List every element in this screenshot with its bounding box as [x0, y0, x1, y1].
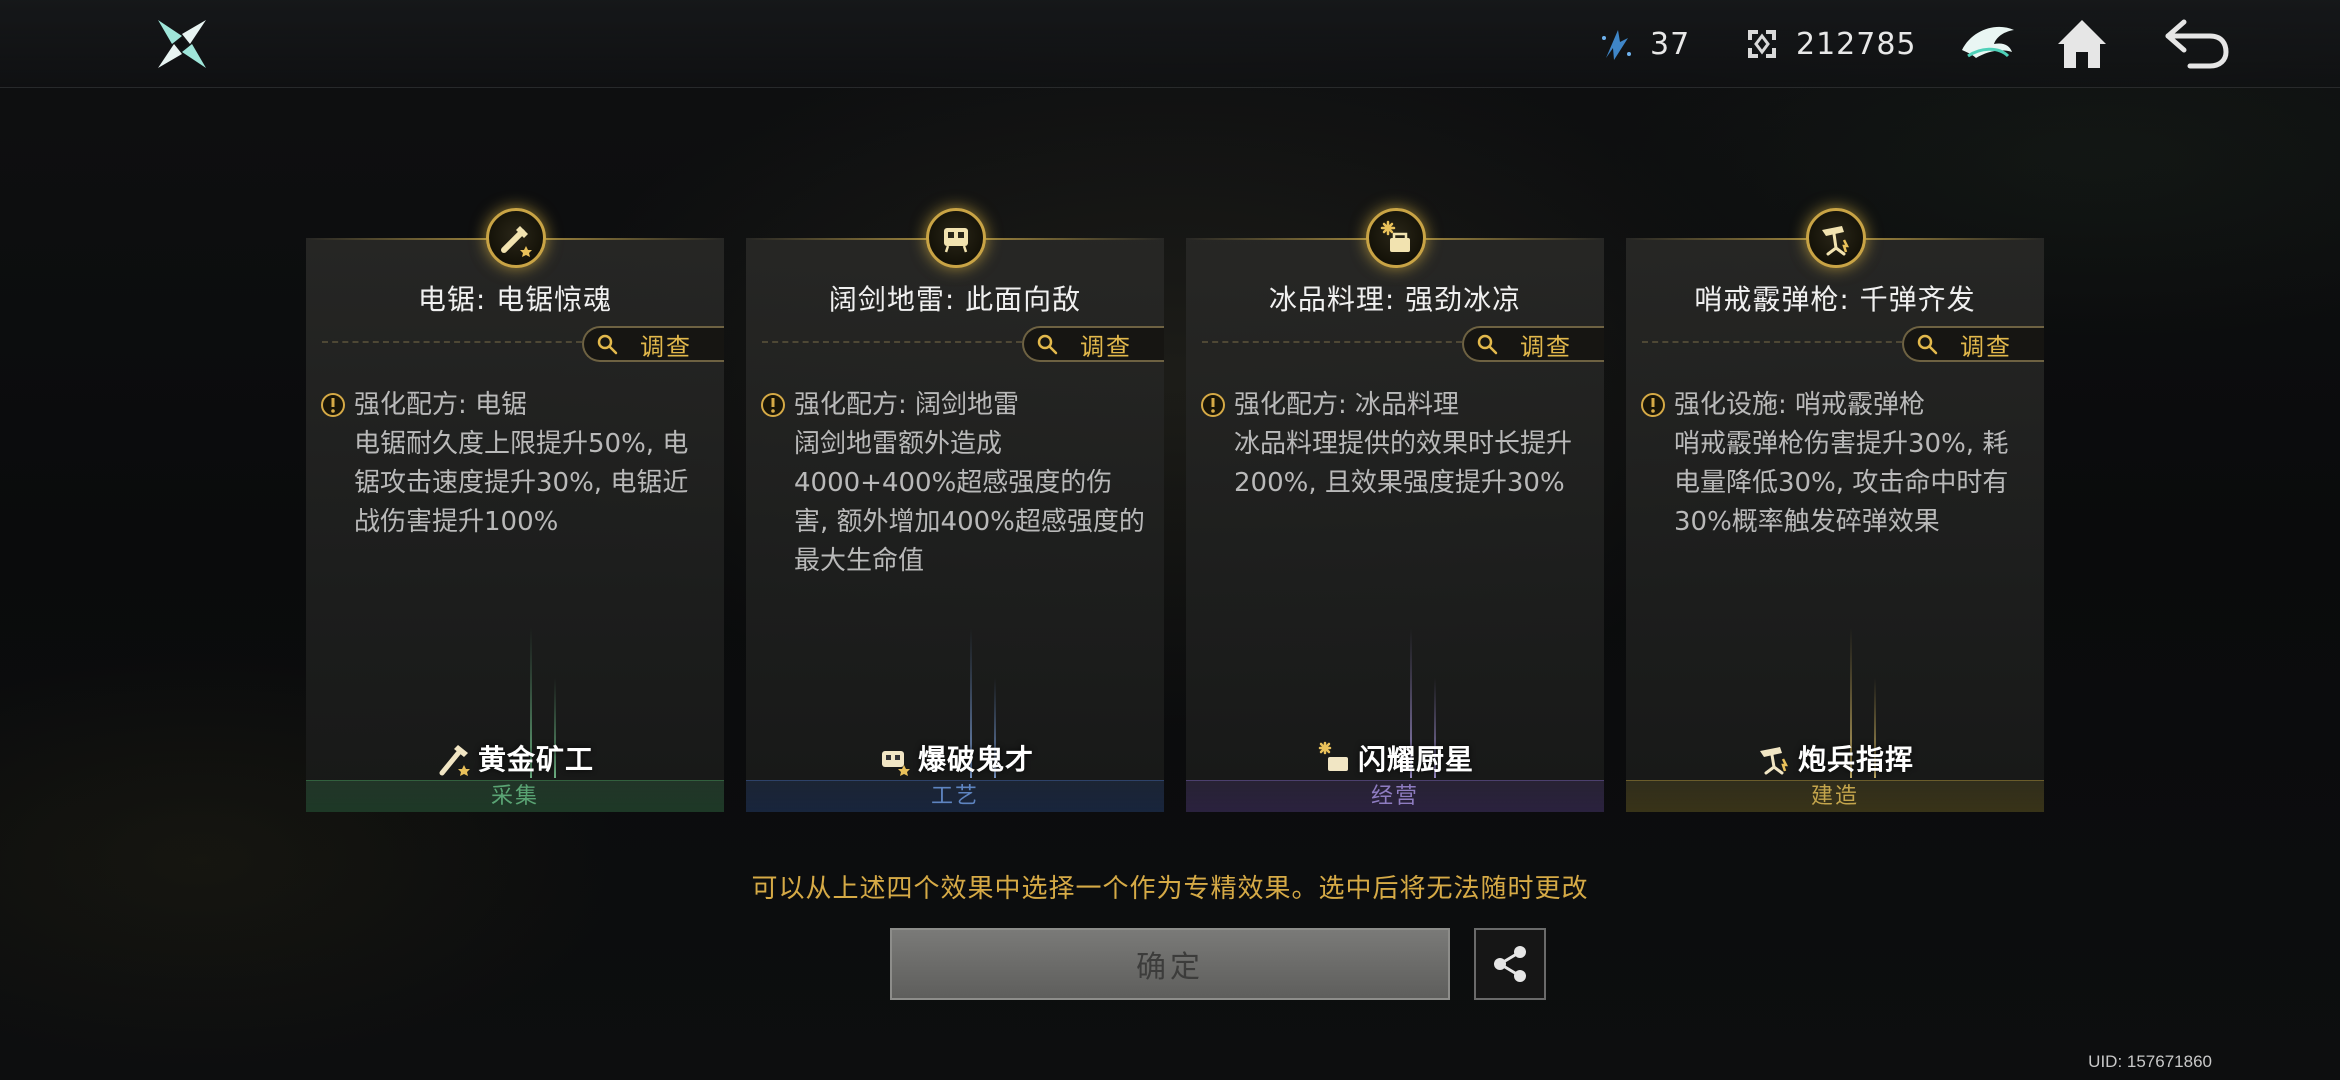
investigate-label: 调查 — [640, 332, 692, 361]
artillery-commander-icon — [1759, 747, 1789, 775]
divider — [1202, 341, 1462, 343]
specialization-card[interactable]: 电锯: 电锯惊魂 调查 强化配方: 电锯 电锯耐久度上限提升50%, 电锯攻击速… — [306, 208, 724, 812]
share-icon — [1494, 946, 1526, 982]
specialization-card[interactable]: 冰品料理: 强劲冰凉 调查 强化配方: 冰品料理 冰品料理提供的效果时长提升20… — [1186, 208, 1604, 812]
role-tag: 炮兵指挥 — [1626, 738, 2044, 778]
divider — [322, 341, 582, 343]
effect-text: 冰品料理提供的效果时长提升200%, 且效果强度提升30% — [1234, 429, 1573, 498]
search-icon — [1477, 334, 1498, 355]
confirm-label: 确定 — [1136, 950, 1204, 985]
claymore-mine-emblem-icon — [926, 208, 986, 268]
specialization-card[interactable]: 阔剑地雷: 此面向敌 调查 强化配方: 阔剑地雷 阔剑地雷额外造成4000+40… — [746, 208, 1164, 812]
role-name: 黄金矿工 — [477, 743, 594, 776]
investigate-button[interactable]: 调查 — [1462, 326, 1604, 362]
confirm-button[interactable]: 确定 — [890, 928, 1450, 1000]
effect-target: 强化配方: 冰品料理 — [1234, 390, 1460, 420]
role-tag: 爆破鬼才 — [746, 738, 1164, 778]
demolition-expert-icon — [881, 751, 910, 776]
role-name: 炮兵指挥 — [1797, 743, 1914, 776]
investigate-button[interactable]: 调查 — [1022, 326, 1164, 362]
info-bulb-icon — [1201, 393, 1225, 417]
shuriken-logo-icon[interactable] — [152, 14, 212, 74]
card-title: 哨戒霰弹枪: 千弹齐发 — [1694, 283, 1976, 316]
info-bulb-icon — [321, 393, 345, 417]
back-icon[interactable] — [2160, 12, 2232, 76]
role-tag: 黄金矿工 — [306, 738, 724, 778]
effect-text: 阔剑地雷额外造成4000+400%超感强度的伤害, 额外增加400%超感强度的最… — [794, 429, 1145, 576]
category-label: 工艺 — [746, 780, 1164, 812]
search-icon — [1917, 334, 1938, 355]
divider — [1642, 341, 1902, 343]
ice-dish-emblem-icon — [1366, 208, 1426, 268]
share-button[interactable] — [1474, 928, 1546, 1000]
card-description: 强化配方: 电锯 电锯耐久度上限提升50%, 电锯攻击速度提升30%, 电锯近战… — [354, 386, 706, 542]
effect-target: 强化配方: 阔剑地雷 — [794, 390, 1020, 420]
info-bulb-icon — [761, 393, 785, 417]
card-description: 强化配方: 阔剑地雷 阔剑地雷额外造成4000+400%超感强度的伤害, 额外增… — [794, 386, 1146, 581]
energy-count: 37 — [1650, 26, 1691, 62]
card-title: 电锯: 电锯惊魂 — [417, 283, 613, 316]
currency-resource: 212785 — [1742, 22, 1917, 66]
divider — [762, 341, 1022, 343]
currency-token-icon — [1748, 30, 1776, 58]
home-icon[interactable] — [2050, 12, 2114, 76]
effect-text: 哨戒霰弹枪伤害提升30%, 耗电量降低30%, 攻击命中时有30%概率触发碎弹效… — [1674, 429, 2009, 537]
effect-target: 强化设施: 哨戒霰弹枪 — [1674, 390, 1926, 420]
effect-target: 强化配方: 电锯 — [354, 390, 528, 420]
investigate-button[interactable]: 调查 — [582, 326, 724, 362]
category-label: 建造 — [1626, 780, 2044, 812]
investigate-label: 调查 — [1960, 332, 2012, 361]
search-icon — [1037, 334, 1058, 355]
guild-emblem-icon[interactable] — [1956, 12, 2020, 76]
role-name: 闪耀厨星 — [1357, 743, 1474, 776]
category-label: 经营 — [1186, 780, 1604, 812]
selection-hint: 可以从上述四个效果中选择一个作为专精效果。选中后将无法随时更改 — [751, 874, 1589, 904]
investigate-button[interactable]: 调查 — [1902, 326, 2044, 362]
user-id: UID: 157671860 — [2088, 1052, 2212, 1071]
card-description: 强化设施: 哨戒霰弹枪 哨戒霰弹枪伤害提升30%, 耗电量降低30%, 攻击命中… — [1674, 386, 2026, 542]
search-icon — [597, 334, 618, 355]
currency-count: 212785 — [1796, 26, 1917, 62]
top-bar: 37 212785 — [0, 0, 2340, 88]
role-tag: 闪耀厨星 — [1186, 738, 1604, 778]
energy-crystal-icon — [1602, 30, 1631, 60]
card-title: 阔剑地雷: 此面向敌 — [828, 283, 1082, 316]
sentry-shotgun-emblem-icon — [1806, 208, 1866, 268]
effect-text: 电锯耐久度上限提升50%, 电锯攻击速度提升30%, 电锯近战伤害提升100% — [354, 429, 689, 537]
role-name: 爆破鬼才 — [917, 743, 1034, 776]
screen: 37 212785 电锯: 电锯惊魂 调查 强化配方: 电锯 电锯耐久度上限提升… — [0, 0, 2340, 1080]
category-label: 采集 — [306, 780, 724, 812]
info-bulb-icon — [1641, 393, 1665, 417]
card-description: 强化配方: 冰品料理 冰品料理提供的效果时长提升200%, 且效果强度提升30% — [1234, 386, 1586, 503]
specialization-card[interactable]: 哨戒霰弹枪: 千弹齐发 调查 强化设施: 哨戒霰弹枪 哨戒霰弹枪伤害提升30%,… — [1626, 208, 2044, 812]
investigate-label: 调查 — [1080, 332, 1132, 361]
star-chef-icon — [1318, 741, 1348, 771]
specialization-cards: 电锯: 电锯惊魂 调查 强化配方: 电锯 电锯耐久度上限提升50%, 电锯攻击速… — [306, 208, 2046, 814]
card-title: 冰品料理: 强劲冰凉 — [1268, 283, 1522, 316]
chainsaw-emblem-icon — [486, 208, 546, 268]
gold-miner-icon — [439, 745, 470, 776]
energy-resource: 37 — [1596, 22, 1690, 66]
investigate-label: 调查 — [1520, 332, 1572, 361]
